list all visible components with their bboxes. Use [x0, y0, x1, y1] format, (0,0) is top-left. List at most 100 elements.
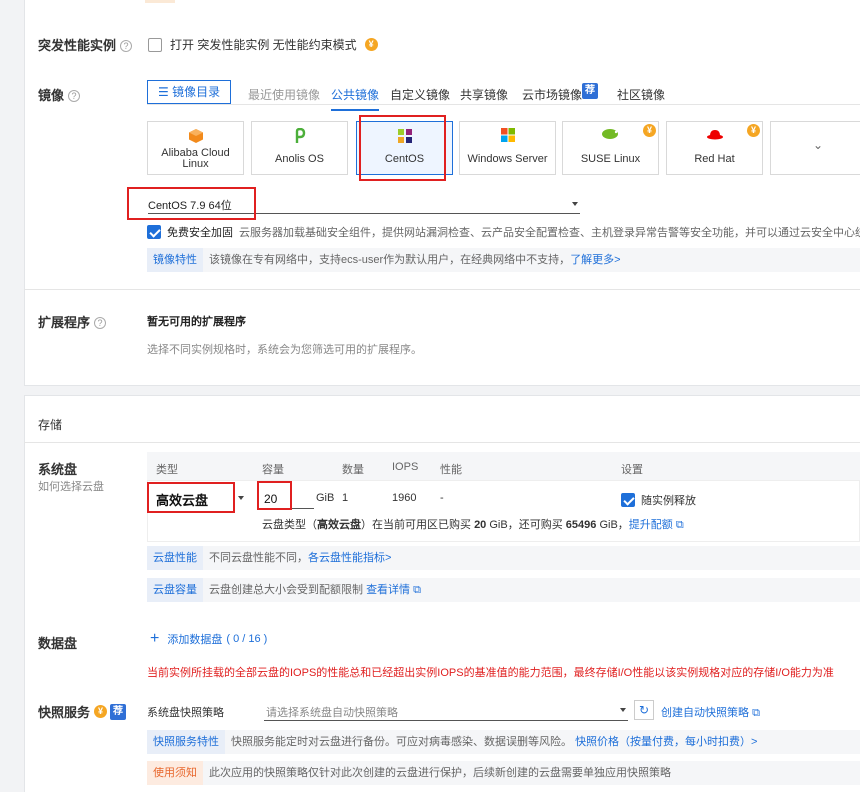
extension-desc: 选择不同实例规格时，系统会为您筛选可用的扩展程序。	[147, 344, 422, 356]
quota-bought: 20	[474, 519, 487, 531]
disk-table-row	[147, 480, 860, 542]
image-catalog-button[interactable]: ☰ 镜像目录	[147, 80, 232, 104]
burst-checkbox[interactable]	[148, 37, 162, 52]
help-icon[interactable]: ?	[94, 317, 107, 329]
storage-title: 存储	[38, 418, 63, 432]
cap-link[interactable]: 查看详情	[366, 584, 410, 596]
perf-link[interactable]: 各云盘性能指标>	[308, 552, 391, 564]
snapshot-select-underline	[264, 720, 628, 721]
alibaba-cloud-icon	[188, 129, 203, 143]
snapshot-label-text: 快照服务	[38, 705, 91, 720]
coin-icon: ¥	[94, 705, 108, 718]
tab-community[interactable]: 社区镜像	[617, 86, 665, 103]
feature-tag: 镜像特性	[147, 248, 203, 272]
refresh-icon[interactable]: ↻	[634, 700, 654, 720]
extension-label-text: 扩展程序	[38, 315, 91, 330]
highlight-box-disk-type	[147, 482, 235, 513]
burst-label: 突发性能实例?	[38, 35, 133, 54]
snapshot-policy-label: 系统盘快照策略	[147, 707, 224, 719]
data-disk-label: 数据盘	[38, 636, 78, 651]
caret-down-icon	[620, 708, 626, 712]
cap-tag: 云盘容量	[147, 578, 203, 602]
security-option[interactable]: 免费安全加固 云服务器加载基础安全组件，提供网站漏洞检查、云产品安全配置检查、主…	[147, 224, 860, 240]
tab-market[interactable]: 云市场镜像	[522, 86, 582, 103]
raise-quota-link[interactable]: 提升配额	[629, 519, 673, 531]
add-data-disk-button[interactable]: + 添加数据盘 ( 0 / 16 )	[150, 631, 267, 647]
coin-icon: ¥	[643, 124, 656, 137]
image-label: 镜像?	[38, 85, 81, 104]
tab-recent[interactable]: 最近使用镜像	[248, 86, 320, 103]
add-data-disk-label: 添加数据盘	[167, 634, 223, 646]
quota-mid: ）在当前可用区已购买	[361, 519, 471, 531]
os-card-anolis[interactable]: Anolis OS	[251, 121, 348, 175]
os-card-name: Red Hat	[694, 153, 735, 165]
os-card-suse[interactable]: SUSE Linux ¥	[562, 121, 659, 175]
suse-icon	[601, 129, 618, 139]
image-feature-bar: 镜像特性 该镜像在专有网络中，支持ecs-user作为默认用户，在经典网络中不支持…	[147, 248, 860, 272]
extension-title: 暂无可用的扩展程序	[147, 316, 246, 328]
quota-unit: GiB，	[599, 519, 629, 531]
header-type: 类型	[156, 464, 178, 476]
quota-remain: 65496	[565, 519, 597, 531]
iops-warning: 当前实例所挂载的全部云盘的IOPS的性能总和已经超出实例IOPS的基准值的能力范…	[147, 667, 834, 679]
help-icon[interactable]: ?	[120, 40, 133, 52]
header-capacity: 容量	[262, 464, 284, 476]
header-iops: IOPS	[392, 461, 419, 473]
release-label: 随实例释放	[641, 495, 696, 507]
chevron-down-icon: ⌄	[812, 138, 824, 152]
os-card-name: SUSE Linux	[580, 153, 641, 165]
disk-capacity-bar: 云盘容量 云盘创建总大小会受到配额限制 查看详情 ⧉	[147, 578, 860, 602]
os-card-windows[interactable]: Windows Server	[459, 121, 556, 175]
snapshot-notice-bar: 使用须知 此次应用的快照策略仅针对此次创建的云盘进行保护，后续新创建的云盘需要单独…	[147, 761, 860, 785]
external-link-icon: ⧉	[675, 519, 684, 531]
tab-public[interactable]: 公共镜像	[331, 86, 380, 111]
caret-down-icon	[238, 496, 244, 500]
section-divider	[24, 289, 860, 290]
top-highlight	[145, 0, 175, 3]
os-card-redhat[interactable]: Red Hat ¥	[666, 121, 763, 175]
security-checkbox[interactable]	[147, 225, 161, 239]
recommend-badge: 荐	[582, 83, 598, 99]
disk-count: 1	[342, 492, 349, 504]
highlight-box-capacity	[257, 481, 292, 510]
quota-type: 高效云盘	[317, 519, 361, 531]
release-option[interactable]: 随实例释放	[621, 492, 696, 508]
tab-shared[interactable]: 共享镜像	[460, 86, 508, 103]
quota-mid2: GiB，还可购买	[489, 519, 563, 531]
snapshot-price-link[interactable]: 快照价格（按量付费，每小时扣费）>	[575, 736, 757, 748]
os-card-name: Anolis OS	[275, 153, 324, 165]
external-link-icon: ⧉	[752, 707, 760, 719]
os-card-name: Windows Server	[467, 153, 548, 165]
snapshot-label: 快照服务 ¥ 荐	[38, 702, 127, 721]
snapshot-feature-bar: 快照服务特性 快照服务能定时对云盘进行备份。可应对病毒感染、数据误删等风险。 快照…	[147, 730, 860, 754]
capacity-unit: GiB	[316, 492, 335, 504]
system-disk-label: 系统盘	[38, 462, 78, 477]
burst-option[interactable]: 打开 突发性能实例 无性能约束模式 ¥	[148, 36, 378, 53]
how-to-choose-link[interactable]: 如何选择云盘	[38, 478, 104, 494]
highlight-box-version	[127, 187, 256, 220]
learn-more-link[interactable]: 了解更多>	[570, 254, 620, 266]
release-checkbox[interactable]	[621, 493, 635, 507]
caret-down-icon	[572, 202, 578, 206]
burst-label-text: 突发性能实例	[38, 38, 117, 53]
burst-checkbox-label: 打开 突发性能实例 无性能约束模式	[170, 38, 357, 52]
header-settings: 设置	[621, 464, 643, 476]
os-card-alibaba[interactable]: Alibaba Cloud Linux	[147, 121, 244, 175]
create-snapshot-label: 创建自动快照策略	[661, 707, 749, 719]
help-icon[interactable]: ?	[68, 90, 81, 102]
coin-icon: ¥	[364, 38, 378, 51]
image-catalog-label: 镜像目录	[172, 85, 221, 99]
tab-custom[interactable]: 自定义镜像	[390, 86, 450, 103]
header-count: 数量	[342, 464, 364, 476]
anolis-icon	[295, 128, 305, 143]
create-snapshot-link[interactable]: 创建自动快照策略 ⧉	[661, 704, 760, 720]
external-link-icon: ⧉	[413, 584, 421, 596]
perf-desc: 不同云盘性能不同，	[209, 552, 308, 564]
disk-perf-bar: 云盘性能 不同云盘性能不同，各云盘性能指标>	[147, 546, 860, 570]
snapshot-feature-desc: 快照服务能定时对云盘进行备份。可应对病毒感染、数据误删等风险。	[231, 736, 572, 748]
cap-desc: 云盘创建总大小会受到配额限制	[209, 584, 363, 596]
windows-icon	[500, 128, 515, 142]
snapshot-policy-select[interactable]: 请选择系统盘自动快照策略	[266, 704, 398, 720]
os-card-more[interactable]: ⌄	[770, 121, 860, 175]
recommend-badge: 荐	[110, 703, 127, 720]
